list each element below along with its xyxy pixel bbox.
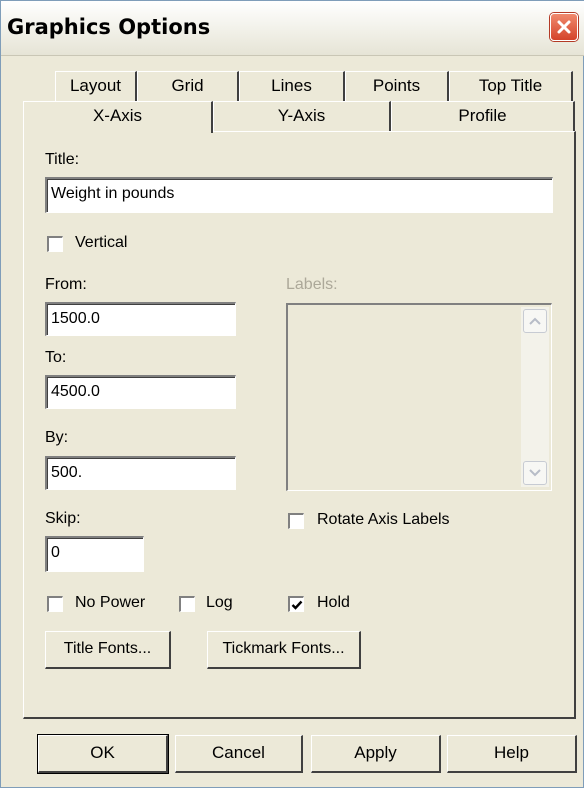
title-bar[interactable]: Graphics Options: [1, 1, 584, 56]
to-input[interactable]: 4500.0: [45, 375, 236, 409]
no-power-checkbox[interactable]: [47, 596, 63, 612]
tab-profile[interactable]: Profile: [391, 101, 575, 131]
tab-y-axis[interactable]: Y-Axis: [213, 101, 391, 131]
labels-label: Labels:: [286, 276, 338, 293]
labels-scrollbar[interactable]: [521, 307, 549, 487]
graphics-options-dialog: Graphics Options Layout Grid Lines Point…: [0, 0, 584, 788]
ok-button[interactable]: OK: [38, 735, 168, 773]
tab-points[interactable]: Points: [345, 71, 449, 101]
log-label: Log: [206, 594, 233, 611]
check-icon: [291, 600, 303, 610]
help-button[interactable]: Help: [447, 735, 577, 773]
by-input[interactable]: 500.: [45, 456, 236, 490]
rotate-axis-labels-label: Rotate Axis Labels: [317, 511, 450, 528]
no-power-label: No Power: [75, 594, 146, 611]
by-label: By:: [45, 429, 69, 446]
hold-checkbox[interactable]: [288, 596, 304, 612]
log-checkbox[interactable]: [179, 596, 195, 612]
skip-input[interactable]: 0: [45, 536, 144, 572]
from-input[interactable]: 1500.0: [45, 302, 236, 336]
title-fonts-button[interactable]: Title Fonts...: [45, 631, 171, 669]
tab-lines[interactable]: Lines: [239, 71, 345, 101]
rotate-axis-labels-checkbox[interactable]: [288, 513, 304, 529]
cancel-button[interactable]: Cancel: [175, 735, 303, 773]
tab-layout[interactable]: Layout: [55, 71, 137, 101]
vertical-label: Vertical: [75, 234, 128, 251]
hold-label: Hold: [317, 594, 350, 611]
tab-grid[interactable]: Grid: [137, 71, 239, 101]
labels-listbox[interactable]: [286, 303, 552, 491]
tab-top-title[interactable]: Top Title: [449, 71, 573, 101]
tab-x-axis[interactable]: X-Axis: [23, 101, 213, 133]
title-label: Title:: [45, 151, 80, 168]
tickmark-fonts-button[interactable]: Tickmark Fonts...: [207, 631, 361, 669]
from-label: From:: [45, 276, 87, 293]
title-input[interactable]: Weight in pounds: [45, 177, 553, 213]
window-title: Graphics Options: [7, 15, 211, 39]
to-label: To:: [45, 349, 67, 366]
apply-button[interactable]: Apply: [311, 735, 441, 773]
vertical-checkbox[interactable]: [47, 236, 63, 252]
scroll-down-button[interactable]: [523, 461, 547, 485]
close-icon: [557, 20, 571, 34]
close-button[interactable]: [550, 13, 578, 41]
scroll-up-button[interactable]: [523, 309, 547, 333]
chevron-down-icon: [529, 469, 541, 477]
chevron-up-icon: [529, 317, 541, 325]
skip-label: Skip:: [45, 510, 81, 527]
